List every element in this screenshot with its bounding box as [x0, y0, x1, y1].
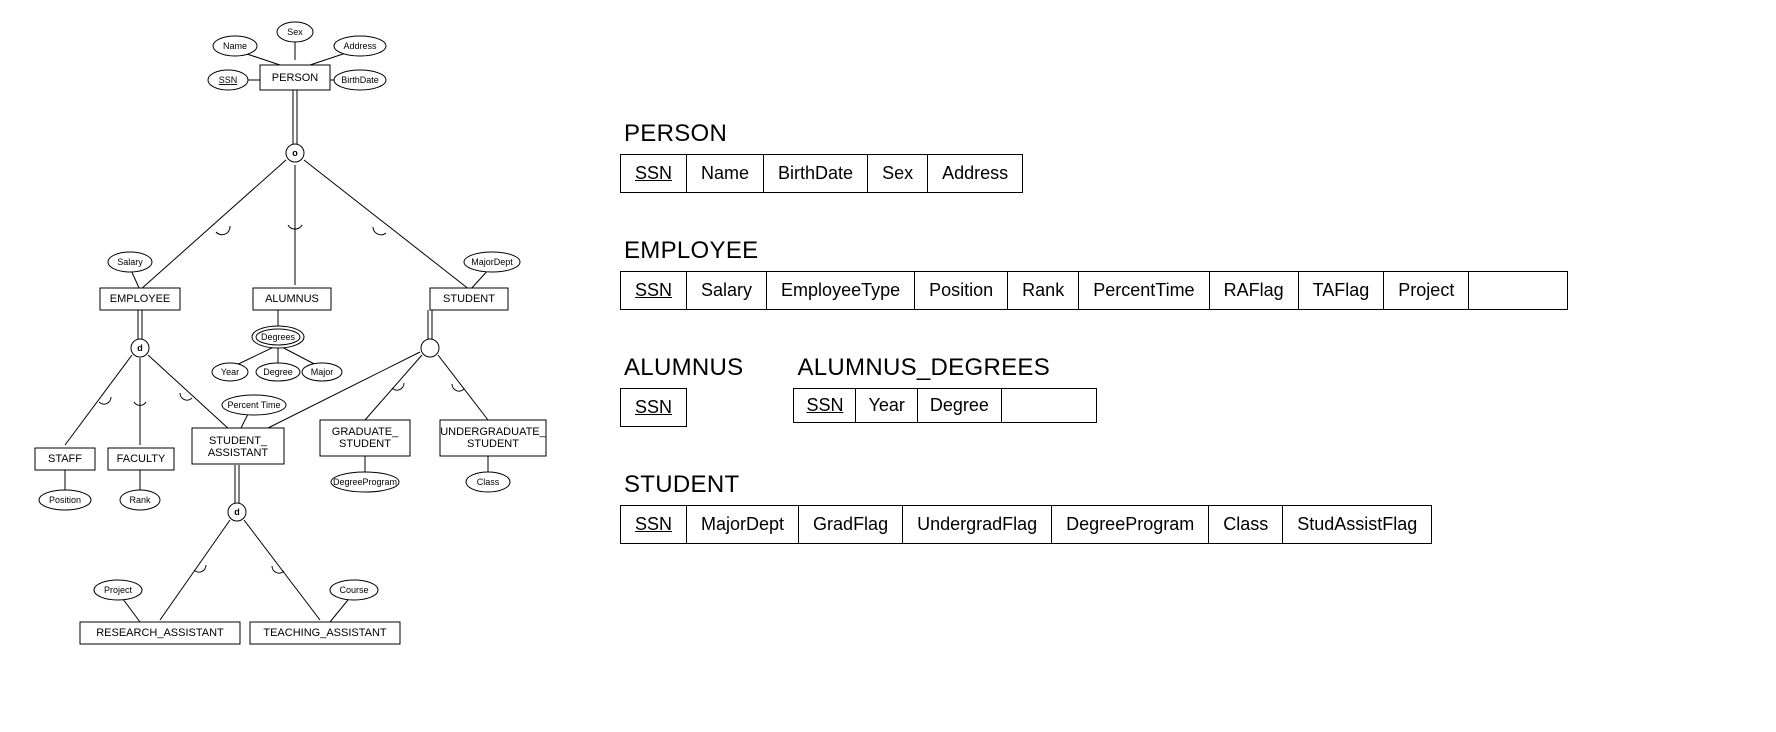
col: EmployeeType [767, 272, 915, 309]
entity-student-assistant-l1: STUDENT_ [209, 435, 268, 447]
col-blank [1002, 389, 1096, 422]
schema-alumnus-title: ALUMNUS [624, 354, 743, 382]
col: SSN [621, 389, 686, 426]
col: GradFlag [799, 506, 903, 543]
entity-grad-l2: STUDENT [339, 438, 391, 450]
col: PercentTime [1079, 272, 1209, 309]
attr-rank: Rank [129, 495, 151, 505]
col: StudAssistFlag [1283, 506, 1431, 543]
col: UndergradFlag [903, 506, 1052, 543]
schema-alumnus-degrees: ALUMNUS_DEGREES SSN Year Degree [793, 354, 1096, 423]
attr-class: Class [477, 477, 500, 487]
col: MajorDept [687, 506, 799, 543]
entity-employee: EMPLOYEE [110, 293, 171, 305]
col-blank [1469, 272, 1567, 309]
col: Year [856, 389, 917, 422]
attr-degree: Degree [263, 367, 293, 377]
page: PERSON EMPLOYEE ALUMNUS STUDENT STAFF FA… [0, 0, 1776, 732]
entity-ugrad-l2: STUDENT [467, 438, 519, 450]
schema-employee: EMPLOYEE SSN Salary EmployeeType Positio… [620, 237, 1568, 310]
attr-sex: Sex [287, 27, 303, 37]
col: Name [687, 155, 764, 192]
col: TAFlag [1299, 272, 1385, 309]
col: Address [928, 155, 1022, 192]
spec-d2: d [234, 507, 240, 517]
attr-project: Project [104, 585, 133, 595]
attr-degreeprogram: DegreeProgram [333, 477, 397, 487]
schema-alumnus-degrees-title: ALUMNUS_DEGREES [797, 354, 1096, 382]
col: Sex [868, 155, 928, 192]
col: Salary [687, 272, 767, 309]
attr-major: Major [311, 367, 334, 377]
entity-research-assistant: RESEARCH_ASSISTANT [96, 627, 224, 639]
entity-grad-l1: GRADUATE_ [332, 426, 399, 438]
schema-person-title: PERSON [624, 120, 1568, 148]
col: Project [1384, 272, 1469, 309]
attr-address: Address [343, 41, 377, 51]
schema-student-title: STUDENT [624, 471, 1568, 499]
col: Class [1209, 506, 1283, 543]
entity-faculty: FACULTY [117, 453, 166, 465]
col: SSN [621, 155, 687, 192]
attr-salary: Salary [117, 257, 143, 267]
eer-diagram: PERSON EMPLOYEE ALUMNUS STUDENT STAFF FA… [20, 10, 580, 720]
entity-student: STUDENT [443, 293, 495, 305]
attr-name: Name [223, 41, 247, 51]
attr-degrees: Degrees [261, 332, 296, 342]
entity-person: PERSON [272, 72, 319, 84]
col: Rank [1008, 272, 1079, 309]
attr-ssn: SSN [219, 75, 238, 85]
attr-year: Year [221, 367, 239, 377]
entity-student-assistant-l2: ASSISTANT [208, 447, 269, 459]
spec-o: o [292, 148, 298, 158]
col: Degree [918, 389, 1002, 422]
entity-ugrad-l1: UNDERGRADUATE_ [440, 426, 546, 438]
col: DegreeProgram [1052, 506, 1209, 543]
schema-alumnus: ALUMNUS SSN [620, 354, 743, 427]
attr-position: Position [49, 495, 81, 505]
entity-alumnus: ALUMNUS [265, 293, 319, 305]
schema-area: PERSON SSN Name BirthDate Sex Address EM… [620, 120, 1568, 588]
col: SSN [621, 272, 687, 309]
col: SSN [794, 389, 856, 422]
col: BirthDate [764, 155, 868, 192]
col: Position [915, 272, 1008, 309]
schema-employee-title: EMPLOYEE [624, 237, 1568, 265]
attr-percent-time: Percent Time [227, 400, 280, 410]
entity-staff: STAFF [48, 453, 82, 465]
schema-student: STUDENT SSN MajorDept GradFlag Undergrad… [620, 471, 1568, 544]
attr-birthdate: BirthDate [341, 75, 379, 85]
col: SSN [621, 506, 687, 543]
schema-alumnus-row: ALUMNUS SSN ALUMNUS_DEGREES SSN Year Deg… [620, 354, 1568, 427]
schema-person: PERSON SSN Name BirthDate Sex Address [620, 120, 1568, 193]
entity-teaching-assistant: TEACHING_ASSISTANT [263, 627, 387, 639]
attr-course: Course [339, 585, 368, 595]
col: RAFlag [1210, 272, 1299, 309]
attr-majordept: MajorDept [471, 257, 513, 267]
spec-d1: d [137, 343, 143, 353]
